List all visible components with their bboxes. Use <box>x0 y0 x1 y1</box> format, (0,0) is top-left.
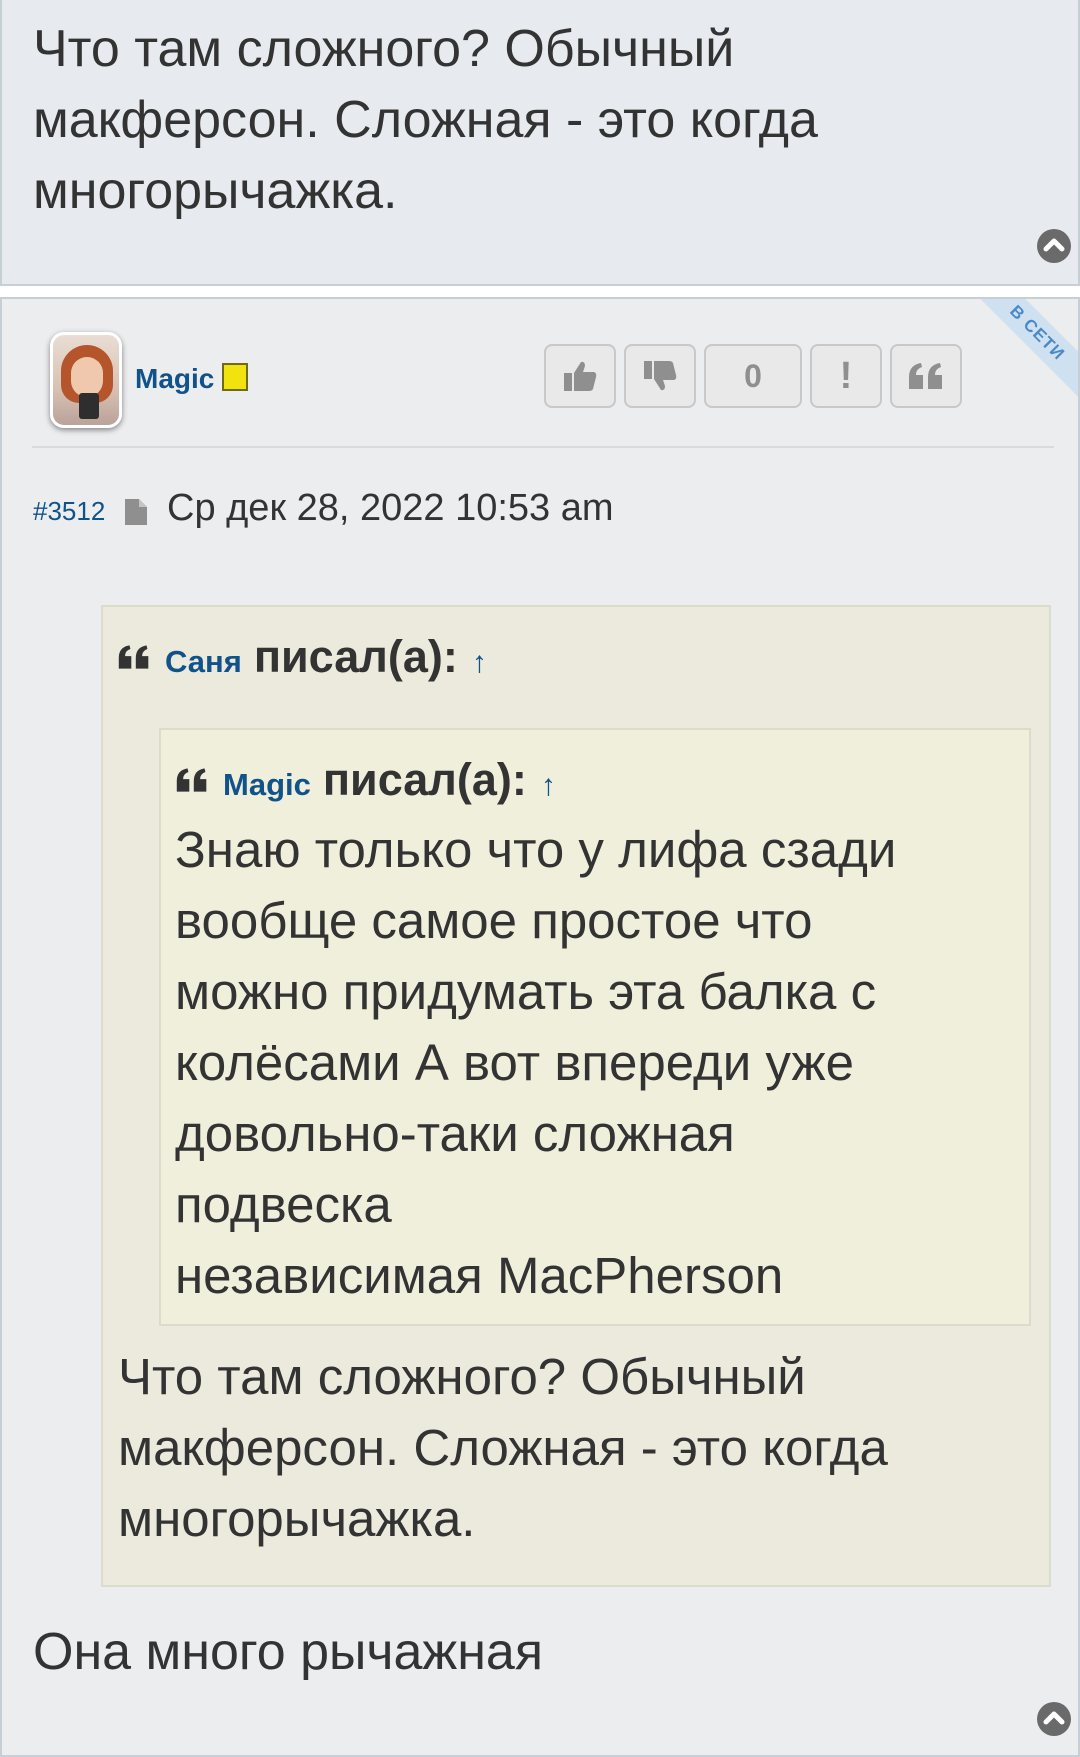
nested-quote-line: независимая MacPherson <box>175 1247 784 1304</box>
report-label: ! <box>839 355 853 397</box>
thumbs-up-icon <box>564 361 597 391</box>
nested-quote-source-arrow[interactable]: ↑ <box>541 769 556 803</box>
chevron-up-circle-icon <box>1043 238 1065 252</box>
quote-button[interactable] <box>890 344 962 408</box>
post-header-divider <box>32 446 1054 448</box>
nested-quote-header: Magic писал(а): ↑ <box>175 754 556 806</box>
nested-quote-line: подвеска <box>175 1176 392 1233</box>
thumbs-down-icon <box>644 361 677 391</box>
quote-author-link[interactable]: Саня <box>165 644 242 680</box>
online-ribbon: В СЕТИ <box>954 299 1078 416</box>
post: В СЕТИ Magic 0 ! #3512 Ср дек 28, 2022 1… <box>0 297 1080 1757</box>
post-date: Ср дек 28, 2022 10:53 am <box>167 487 614 529</box>
avatar[interactable] <box>50 332 122 428</box>
chevron-up-circle-icon <box>1043 1711 1065 1725</box>
nested-quote-line: можно придумать эта балка с <box>175 963 877 1020</box>
nested-quote-block: Magic писал(а): ↑ Знаю только что у лифа… <box>159 728 1031 1326</box>
post-number-link[interactable]: #3512 <box>33 496 105 527</box>
vote-count: 0 <box>704 344 802 408</box>
quote-block: Саня писал(а): ↑ Magic писал(а): ↑ Знаю … <box>101 605 1051 1587</box>
previous-post-text: Что там сложного? Обычный макферсон. Сло… <box>33 20 818 220</box>
like-button[interactable] <box>544 344 616 408</box>
nested-quote-line: Знаю только что у лифа сзади <box>175 821 897 878</box>
yellow-square-icon <box>222 363 248 391</box>
post-author[interactable]: Magic <box>135 363 214 395</box>
scroll-top-button[interactable] <box>1037 1702 1071 1736</box>
quote-icon <box>176 768 207 792</box>
quote-header: Саня писал(а): ↑ <box>117 631 487 683</box>
previous-post: Что там сложного? Обычный макферсон. Сло… <box>0 0 1080 286</box>
scroll-top-button[interactable] <box>1037 229 1071 263</box>
dislike-button[interactable] <box>624 344 696 408</box>
quote-source-arrow[interactable]: ↑ <box>472 646 487 680</box>
quote-wrote-label: писал(а): <box>253 631 458 682</box>
nested-quote-line: довольно-таки сложная <box>175 1105 735 1162</box>
nested-quote-line: колёсами А вот впереди уже <box>175 1034 854 1091</box>
quote-icon <box>909 363 942 389</box>
document-icon[interactable] <box>123 497 149 527</box>
quote-text: Что там сложного? Обычный макферсон. Сло… <box>118 1348 888 1547</box>
report-button[interactable]: ! <box>810 344 882 408</box>
quote-icon <box>118 645 149 669</box>
nested-quote-wrote-label: писал(а): <box>322 754 527 805</box>
nested-quote-author-link[interactable]: Magic <box>223 767 311 803</box>
post-body-text: Она много рычажная <box>33 1623 543 1681</box>
nested-quote-text: Знаю только что у лифа сзади вообще само… <box>175 814 1015 1311</box>
vote-count-value: 0 <box>744 357 762 394</box>
nested-quote-line: вообще самое простое что <box>175 892 813 949</box>
